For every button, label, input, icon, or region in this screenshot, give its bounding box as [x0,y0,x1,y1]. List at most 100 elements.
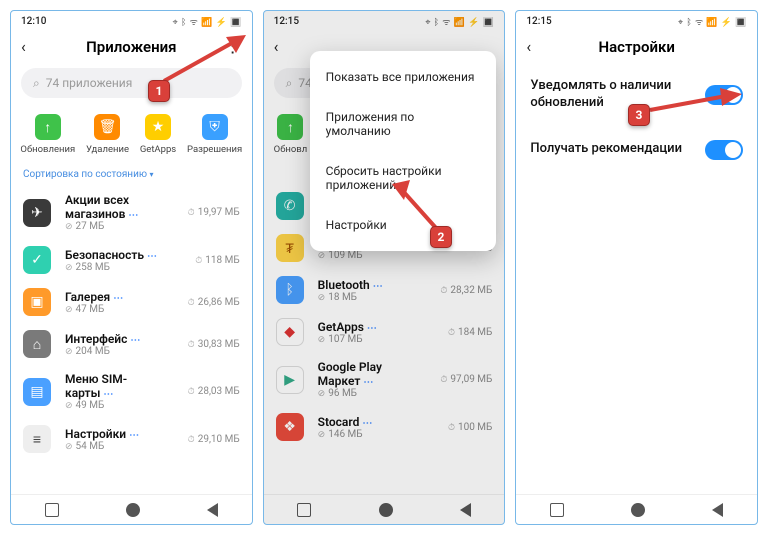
app-row[interactable]: ❖ Stocard ⋯ 146 МБ 100 МБ [264,406,505,448]
quick-action-icon: ↑ [35,114,61,140]
recents-button[interactable] [297,503,311,517]
app-usage: 118 МБ [170,255,240,266]
setting-label: Уведомлять о наличии обновлений [530,78,690,112]
app-icon: ✈ [23,199,51,227]
home-button[interactable] [126,503,140,517]
app-storage: 18 МБ [318,292,415,303]
app-name: Галерея ⋯ [65,290,162,304]
app-name: Акции всех магазинов ⋯ [65,193,162,221]
system-nav [516,494,757,524]
quick-action-icon: 🗑 [94,114,120,140]
app-storage: 258 МБ [65,262,162,273]
back-button[interactable]: ‹ [526,37,548,56]
app-storage: 47 МБ [65,304,162,315]
quick-action-label: Разрешения [187,144,242,155]
status-bar: 12:15 ⌖ ᛒ ᯤ 📶 ⚡ 🔳 [264,11,505,31]
annotation-badge-3: 3 [628,104,650,126]
app-usage: 28,03 МБ [170,386,240,397]
quick-action-icon: ★ [145,114,171,140]
status-icons: ⌖ ᛒ ᯤ 📶 ⚡ 🔳 [173,15,242,28]
recents-button[interactable] [550,503,564,517]
sort-control[interactable]: Сортировка по состоянию ▾ [11,169,252,186]
app-name: GetApps ⋯ [318,320,415,334]
overflow-menu: Показать все приложенияПриложения по умо… [310,51,497,251]
app-usage: 184 МБ [422,327,492,338]
overflow-menu-button[interactable]: ⋮ [220,42,242,52]
clock: 12:15 [526,16,551,27]
app-row[interactable]: ✓ Безопасность ⋯ 258 МБ 118 МБ [11,239,252,281]
quick-action-icon: ⛨ [202,114,228,140]
app-row[interactable]: ⌂ Интерфейс ⋯ 204 МБ 30,83 МБ [11,323,252,365]
menu-item[interactable]: Показать все приложения [310,57,497,97]
page-title: Приложения [43,38,220,56]
back-button[interactable]: ‹ [21,37,43,56]
home-button[interactable] [631,503,645,517]
clock: 12:15 [274,16,299,27]
loading-dots-icon: ⋯ [363,377,372,388]
app-row[interactable]: ▤ Меню SIM-карты ⋯ 49 МБ 28,03 МБ [11,365,252,418]
quick-action-item[interactable]: 🗑 Удаление [86,114,129,155]
toggle-switch[interactable] [705,140,743,160]
app-usage: 97,09 МБ [422,374,492,385]
app-row[interactable]: ▣ Галерея ⋯ 47 МБ 26,86 МБ [11,281,252,323]
app-name: Google Play Маркет ⋯ [318,360,415,388]
app-name: Меню SIM-карты ⋯ [65,372,162,400]
app-icon: ▣ [23,288,51,316]
quick-action-item[interactable]: ↑ Обновл [274,114,308,155]
app-storage: 146 МБ [318,429,415,440]
app-row[interactable]: ✈ Акции всех магазинов ⋯ 27 МБ 19,97 МБ [11,186,252,239]
app-list: ✈ Акции всех магазинов ⋯ 27 МБ 19,97 МБ … [11,186,252,494]
app-icon: ▤ [23,378,51,406]
search-placeholder: 74 приложения [46,76,133,90]
chevron-down-icon: ▾ [150,170,154,179]
app-icon: ◆ [276,318,304,346]
recents-button[interactable] [45,503,59,517]
toggle-switch[interactable] [705,85,743,105]
back-button[interactable]: ‹ [274,37,296,56]
annotation-badge-1: 1 [148,80,170,102]
quick-action-item[interactable]: ⛨ Разрешения [187,114,242,155]
search-icon: ⌕ [286,76,293,91]
sort-label: Сортировка по состоянию [23,169,147,180]
menu-item[interactable]: Сбросить настройки приложений [310,151,497,205]
screen-apps: 12:10 ⌖ ᛒ ᯤ 📶 ⚡ 🔳 ‹ Приложения ⋮ ⌕ 74 пр… [10,10,253,525]
loading-dots-icon: ⋯ [103,389,112,400]
app-usage: 26,86 МБ [170,297,240,308]
app-icon: ❖ [276,413,304,441]
search-input[interactable]: ⌕ 74 приложения [21,68,242,98]
loading-dots-icon: ⋯ [373,281,382,292]
app-name: Интерфейс ⋯ [65,332,162,346]
app-row[interactable]: ▶ Google Play Маркет ⋯ 96 МБ 97,09 МБ [264,353,505,406]
back-nav-button[interactable] [712,503,723,517]
app-row[interactable]: ᛒ Bluetooth ⋯ 18 МБ 28,32 МБ [264,269,505,311]
loading-dots-icon: ⋯ [128,210,137,221]
app-storage: 107 МБ [318,334,415,345]
title-bar: ‹ Приложения ⋮ [11,31,252,64]
app-usage: 28,32 МБ [422,285,492,296]
loading-dots-icon: ⋯ [367,323,376,334]
app-icon: ≡ [23,425,51,453]
app-storage: 27 МБ [65,221,162,232]
app-storage: 109 МБ [318,250,415,261]
app-storage: 204 МБ [65,346,162,357]
menu-item[interactable]: Настройки [310,205,497,245]
setting-row: Получать рекомендации [516,126,757,174]
app-name: Безопасность ⋯ [65,248,162,262]
home-button[interactable] [379,503,393,517]
app-name: Bluetooth ⋯ [318,278,415,292]
app-row[interactable]: ≡ Настройки ⋯ 54 МБ 29,10 МБ [11,418,252,460]
app-usage: 100 МБ [422,422,492,433]
app-storage: 96 МБ [318,388,415,399]
back-nav-button[interactable] [207,503,218,517]
back-nav-button[interactable] [460,503,471,517]
app-icon: ▶ [276,366,304,394]
menu-item[interactable]: Приложения по умолчанию [310,97,497,151]
quick-action-item[interactable]: ★ GetApps [140,114,176,155]
app-usage: 29,10 МБ [170,434,240,445]
quick-actions: ↑ Обновления 🗑 Удаление ★ GetApps ⛨ Разр… [11,108,252,169]
quick-action-item[interactable]: ↑ Обновления [20,114,75,155]
loading-dots-icon: ⋯ [113,293,122,304]
loading-dots-icon: ⋯ [147,251,156,262]
app-row[interactable]: ◆ GetApps ⋯ 107 МБ 184 МБ [264,311,505,353]
app-name: Stocard ⋯ [318,415,415,429]
